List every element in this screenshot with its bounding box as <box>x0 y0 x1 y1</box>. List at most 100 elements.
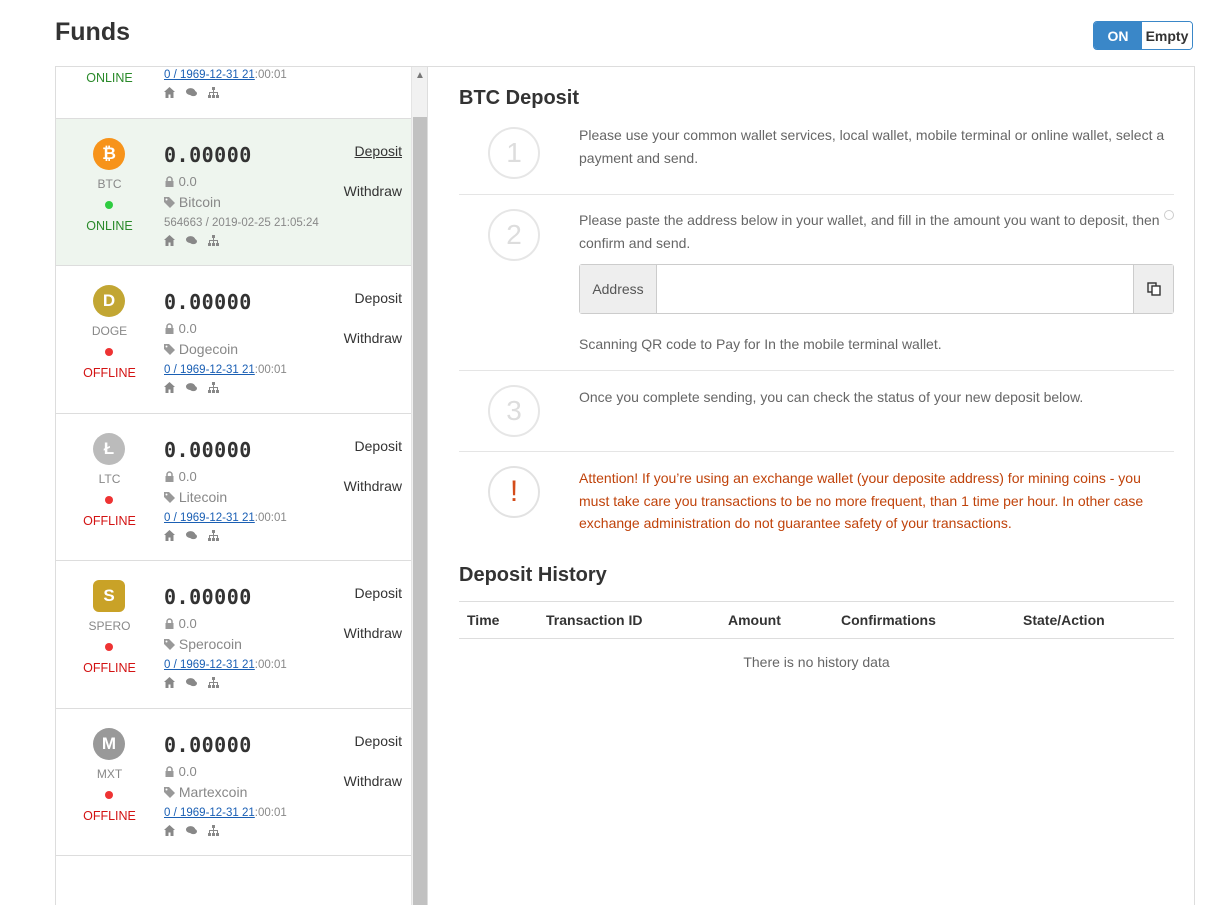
coin-locked: 0.0 <box>164 469 197 484</box>
sitemap-icon[interactable] <box>208 824 219 838</box>
status-dot <box>105 348 113 356</box>
chat-icon[interactable] <box>186 530 197 543</box>
status-dot <box>105 643 113 651</box>
copy-button[interactable] <box>1133 265 1173 313</box>
home-icon[interactable] <box>164 87 175 100</box>
locked-value: 0.0 <box>178 468 197 484</box>
coin-row-mxt[interactable]: M MXT OFFLINE 0.00000 0.0 Martexcoin 0 / 196… <box>56 708 412 856</box>
coin-list[interactable]: BRLONLINE0.00000 0.0 Real Brasileiro0 / … <box>55 66 428 905</box>
litecoin-icon: Ł <box>93 432 125 465</box>
lock-icon <box>164 616 175 631</box>
deposit-link[interactable]: Deposit <box>355 585 402 601</box>
sperocoin-icon: S <box>93 580 125 612</box>
step-number: 2 <box>488 209 540 261</box>
withdraw-link[interactable]: Withdraw <box>344 773 402 789</box>
block-time: :00:01 <box>254 69 287 81</box>
chat-icon[interactable] <box>186 382 197 395</box>
coin-name-text: Martexcoin <box>178 783 248 800</box>
coin-balance: 0.00000 <box>164 437 252 462</box>
withdraw-link[interactable]: Withdraw <box>344 330 402 346</box>
coin-balance: 0.00000 <box>164 142 252 167</box>
col-transaction-id: Transaction ID <box>538 601 720 639</box>
deposit-title: BTC Deposit <box>459 87 579 109</box>
coin-name-text: Dogecoin <box>178 341 239 357</box>
lock-icon <box>164 469 175 484</box>
bitcoin-icon: ₿ <box>93 137 125 170</box>
status-badge: OFFLINE <box>83 661 136 675</box>
home-icon[interactable] <box>164 824 175 838</box>
coin-balance: 0.00000 <box>164 585 252 609</box>
home-icon[interactable] <box>164 382 175 395</box>
toggle-on-button[interactable]: ON <box>1094 22 1142 49</box>
coin-links <box>164 87 219 100</box>
chat-icon[interactable] <box>186 677 197 690</box>
coin-row-doge[interactable]: D DOGE OFFLINE 0.00000 0.0 Dogecoin 0 / 1969… <box>56 266 412 414</box>
coin-symbol: DOGE <box>91 324 128 338</box>
home-icon[interactable] <box>164 677 175 690</box>
block-link[interactable]: 0 / 1969-12-31 21 <box>164 807 255 819</box>
qr-radio[interactable] <box>1164 210 1174 220</box>
block-link[interactable]: 0 / 1969-12-31 21 <box>164 364 255 376</box>
sitemap-icon[interactable] <box>208 87 219 100</box>
block-info: 0 / 1969-12-31 21:00:01 <box>164 659 287 671</box>
sitemap-icon[interactable] <box>208 677 219 690</box>
status-badge: ONLINE <box>86 218 133 233</box>
funds-toggle[interactable]: ON Empty <box>1093 21 1193 50</box>
scroll-up-icon[interactable]: ▲ <box>415 70 425 81</box>
locked-value: 0.0 <box>178 321 197 336</box>
coin-balance: 0.00000 <box>164 732 252 757</box>
sitemap-icon[interactable] <box>208 234 219 248</box>
toggle-empty-button[interactable]: Empty <box>1142 22 1192 49</box>
chat-icon[interactable] <box>186 87 197 100</box>
col-time: Time <box>459 601 538 639</box>
withdraw-link[interactable]: Withdraw <box>344 625 402 641</box>
sitemap-icon[interactable] <box>208 529 219 543</box>
deposit-link[interactable]: Deposit <box>355 733 402 749</box>
block-link[interactable]: 0 / 1969-12-31 21 <box>164 659 255 671</box>
step-text: Please use your common wallet services, … <box>579 127 1165 166</box>
tag-icon <box>164 341 175 357</box>
status-badge: OFFLINE <box>83 808 136 823</box>
deposit-panel: BTC Deposit 1 Please use your common wal… <box>427 66 1195 905</box>
chat-icon[interactable] <box>186 825 197 838</box>
address-input[interactable] <box>657 265 1133 313</box>
lock-icon <box>164 764 175 779</box>
coin-links <box>164 382 219 395</box>
block-link[interactable]: 0 / 1969-12-31 21 <box>164 69 255 81</box>
home-icon[interactable] <box>164 529 175 543</box>
status-dot <box>105 790 113 799</box>
step-text: Once you complete sending, you can check… <box>579 389 1084 405</box>
coin-row-btc[interactable]: ₿ BTC ONLINE 0.00000 0.0 Bitcoin 564663 / 20… <box>56 118 412 266</box>
block-time: :00:01 <box>254 511 287 524</box>
sitemap-icon[interactable] <box>208 382 219 395</box>
scroll-thumb[interactable] <box>413 117 427 905</box>
locked-value: 0.0 <box>178 763 197 779</box>
coin-row-brl[interactable]: BRLONLINE0.00000 0.0 Real Brasileiro0 / … <box>56 67 412 119</box>
history-title: Deposit History <box>459 564 607 586</box>
page-title: Funds <box>55 18 130 46</box>
coin-links <box>164 234 219 248</box>
home-icon[interactable] <box>164 234 175 248</box>
lock-icon <box>164 174 175 189</box>
coin-row-spero[interactable]: S SPERO OFFLINE 0.00000 0.0 Sperocoin 0 / 19… <box>56 561 412 709</box>
block-link[interactable]: 0 / 1969-12-31 21 <box>164 512 255 524</box>
col-state-action: State/Action <box>1015 601 1174 639</box>
status-badge: OFFLINE <box>83 366 136 380</box>
qr-note: Scanning QR code to Pay for In the mobil… <box>579 336 942 352</box>
block-info: 0 / 1969-12-31 21:00:01 <box>164 364 287 376</box>
deposit-step-1: 1 Please use your common wallet services… <box>459 122 1174 194</box>
coin-name: Sperocoin <box>164 636 242 652</box>
withdraw-link[interactable]: Withdraw <box>344 478 402 494</box>
attention-notice: ! Attention! If you’re using an exchange… <box>459 452 1174 552</box>
deposit-link[interactable]: Deposit <box>355 438 402 454</box>
attention-body: If you’re using an exchange wallet (your… <box>579 470 1144 531</box>
attention-icon: ! <box>488 466 540 518</box>
chat-icon[interactable] <box>186 235 197 248</box>
coin-row-ltc[interactable]: Ł LTC OFFLINE 0.00000 0.0 Litecoin 0 / 1969-… <box>56 413 412 561</box>
deposit-link[interactable]: Deposit <box>355 143 402 159</box>
coin-list-scrollbar[interactable]: ▲ <box>411 67 427 905</box>
withdraw-link[interactable]: Withdraw <box>344 183 402 199</box>
block-info: 564663 / 2019-02-25 21:05:24 <box>164 217 319 229</box>
deposit-link[interactable]: Deposit <box>355 290 402 306</box>
coin-name-text: Bitcoin <box>178 193 221 210</box>
